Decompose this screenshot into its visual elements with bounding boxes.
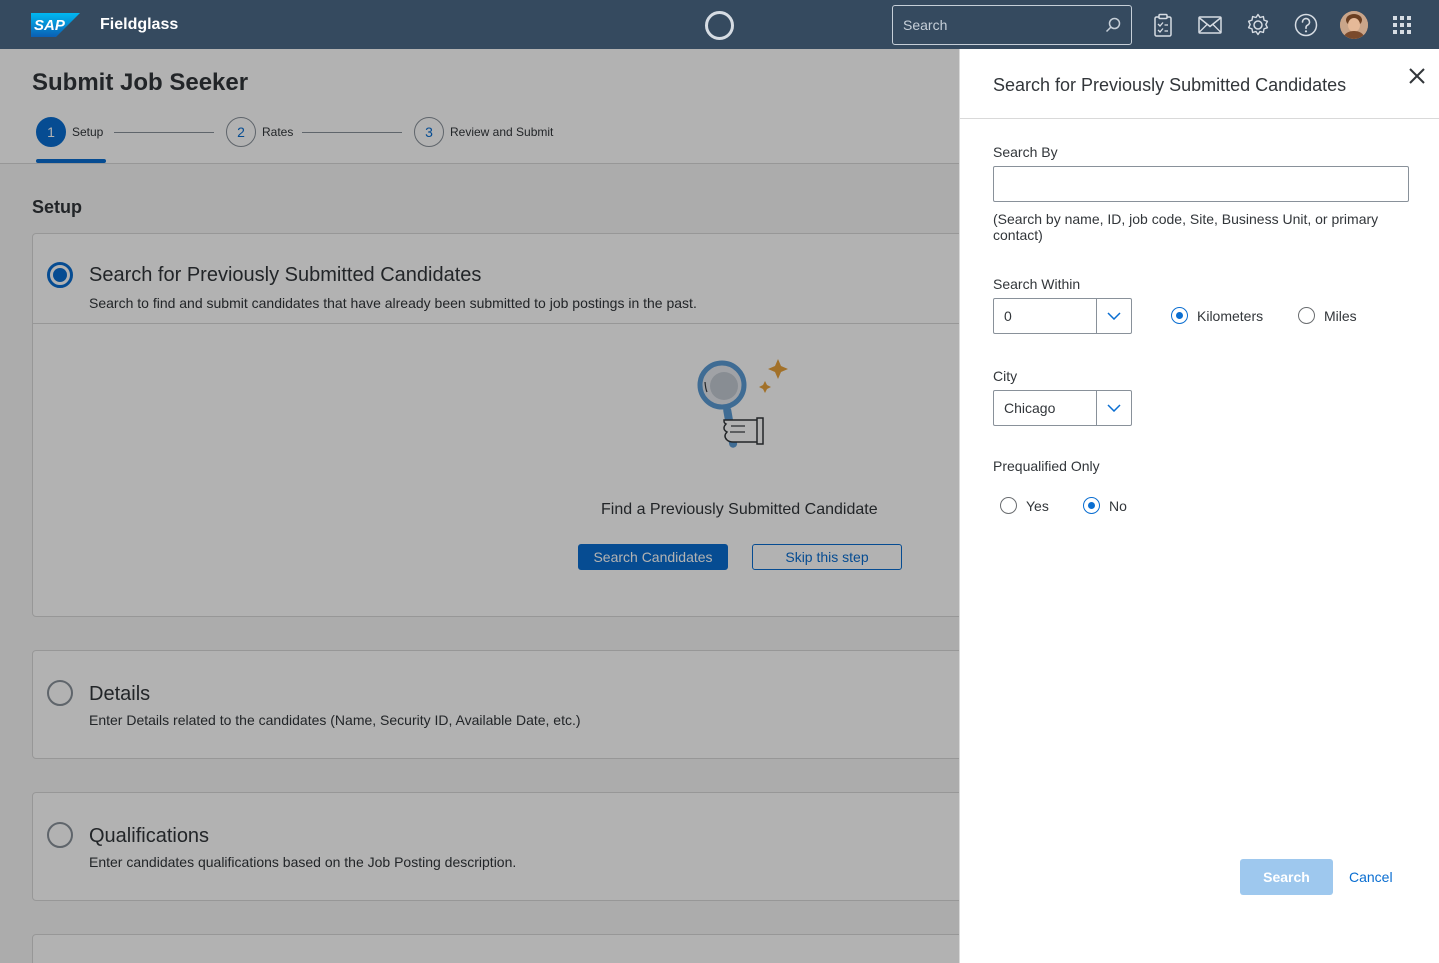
panel-title: Search for Previously Submitted Candidat… <box>993 75 1347 95</box>
panel-header: Search for Previously Submitted Candidat… <box>960 49 1439 119</box>
shell-bar: SAP Fieldglass <box>0 0 1439 49</box>
shell-search-input[interactable] <box>903 17 1105 33</box>
app-grid-icon[interactable] <box>1389 12 1415 38</box>
chevron-down-icon <box>1107 404 1121 412</box>
avatar[interactable] <box>1340 11 1368 39</box>
city-label: City <box>993 368 1018 384</box>
search-by-hint: (Search by name, ID, job code, Site, Bus… <box>993 211 1379 243</box>
radio-label: No <box>1109 497 1127 514</box>
settings-icon[interactable] <box>1245 12 1271 38</box>
chevron-down-icon <box>1107 312 1121 320</box>
search-icon[interactable] <box>1105 17 1121 33</box>
dropdown-button[interactable] <box>1096 299 1131 333</box>
sap-logo[interactable]: SAP <box>31 13 80 37</box>
radio-label: Kilometers <box>1197 307 1264 324</box>
radio-button-selected[interactable] <box>1083 497 1100 514</box>
radio-label: Yes <box>1026 497 1049 514</box>
radio-button-selected[interactable] <box>1171 307 1188 324</box>
search-by-label: Search By <box>993 144 1058 160</box>
city-select[interactable]: Chicago <box>993 390 1132 426</box>
product-name: Fieldglass <box>100 16 179 33</box>
radio-kilometers[interactable]: Kilometers <box>1171 307 1263 324</box>
radio-yes[interactable]: Yes <box>1000 497 1049 514</box>
search-within-value: 0 <box>1004 308 1012 324</box>
search-button[interactable]: Search <box>1240 859 1333 895</box>
sap-logo-text: SAP <box>34 17 66 34</box>
search-within-label: Search Within <box>993 276 1081 292</box>
shell-search-field[interactable] <box>892 5 1132 45</box>
search-side-panel: Search for Previously Submitted Candidat… <box>959 49 1439 963</box>
search-within-select[interactable]: 0 <box>993 298 1132 334</box>
radio-no[interactable]: No <box>1083 497 1127 514</box>
search-by-input[interactable] <box>993 166 1409 202</box>
radio-label: Miles <box>1324 307 1357 324</box>
modal-overlay[interactable] <box>0 49 960 963</box>
busy-indicator <box>705 11 734 40</box>
prequalified-label: Prequalified Only <box>993 458 1100 474</box>
city-value: Chicago <box>1004 400 1056 416</box>
help-icon[interactable] <box>1293 12 1319 38</box>
radio-button[interactable] <box>1000 497 1017 514</box>
mail-icon[interactable] <box>1197 12 1223 38</box>
radio-miles[interactable]: Miles <box>1298 307 1357 324</box>
close-icon[interactable] <box>1406 65 1428 87</box>
dropdown-button[interactable] <box>1096 391 1131 425</box>
clipboard-icon[interactable] <box>1150 12 1176 38</box>
cancel-link[interactable]: Cancel <box>1349 869 1393 885</box>
radio-button[interactable] <box>1298 307 1315 324</box>
